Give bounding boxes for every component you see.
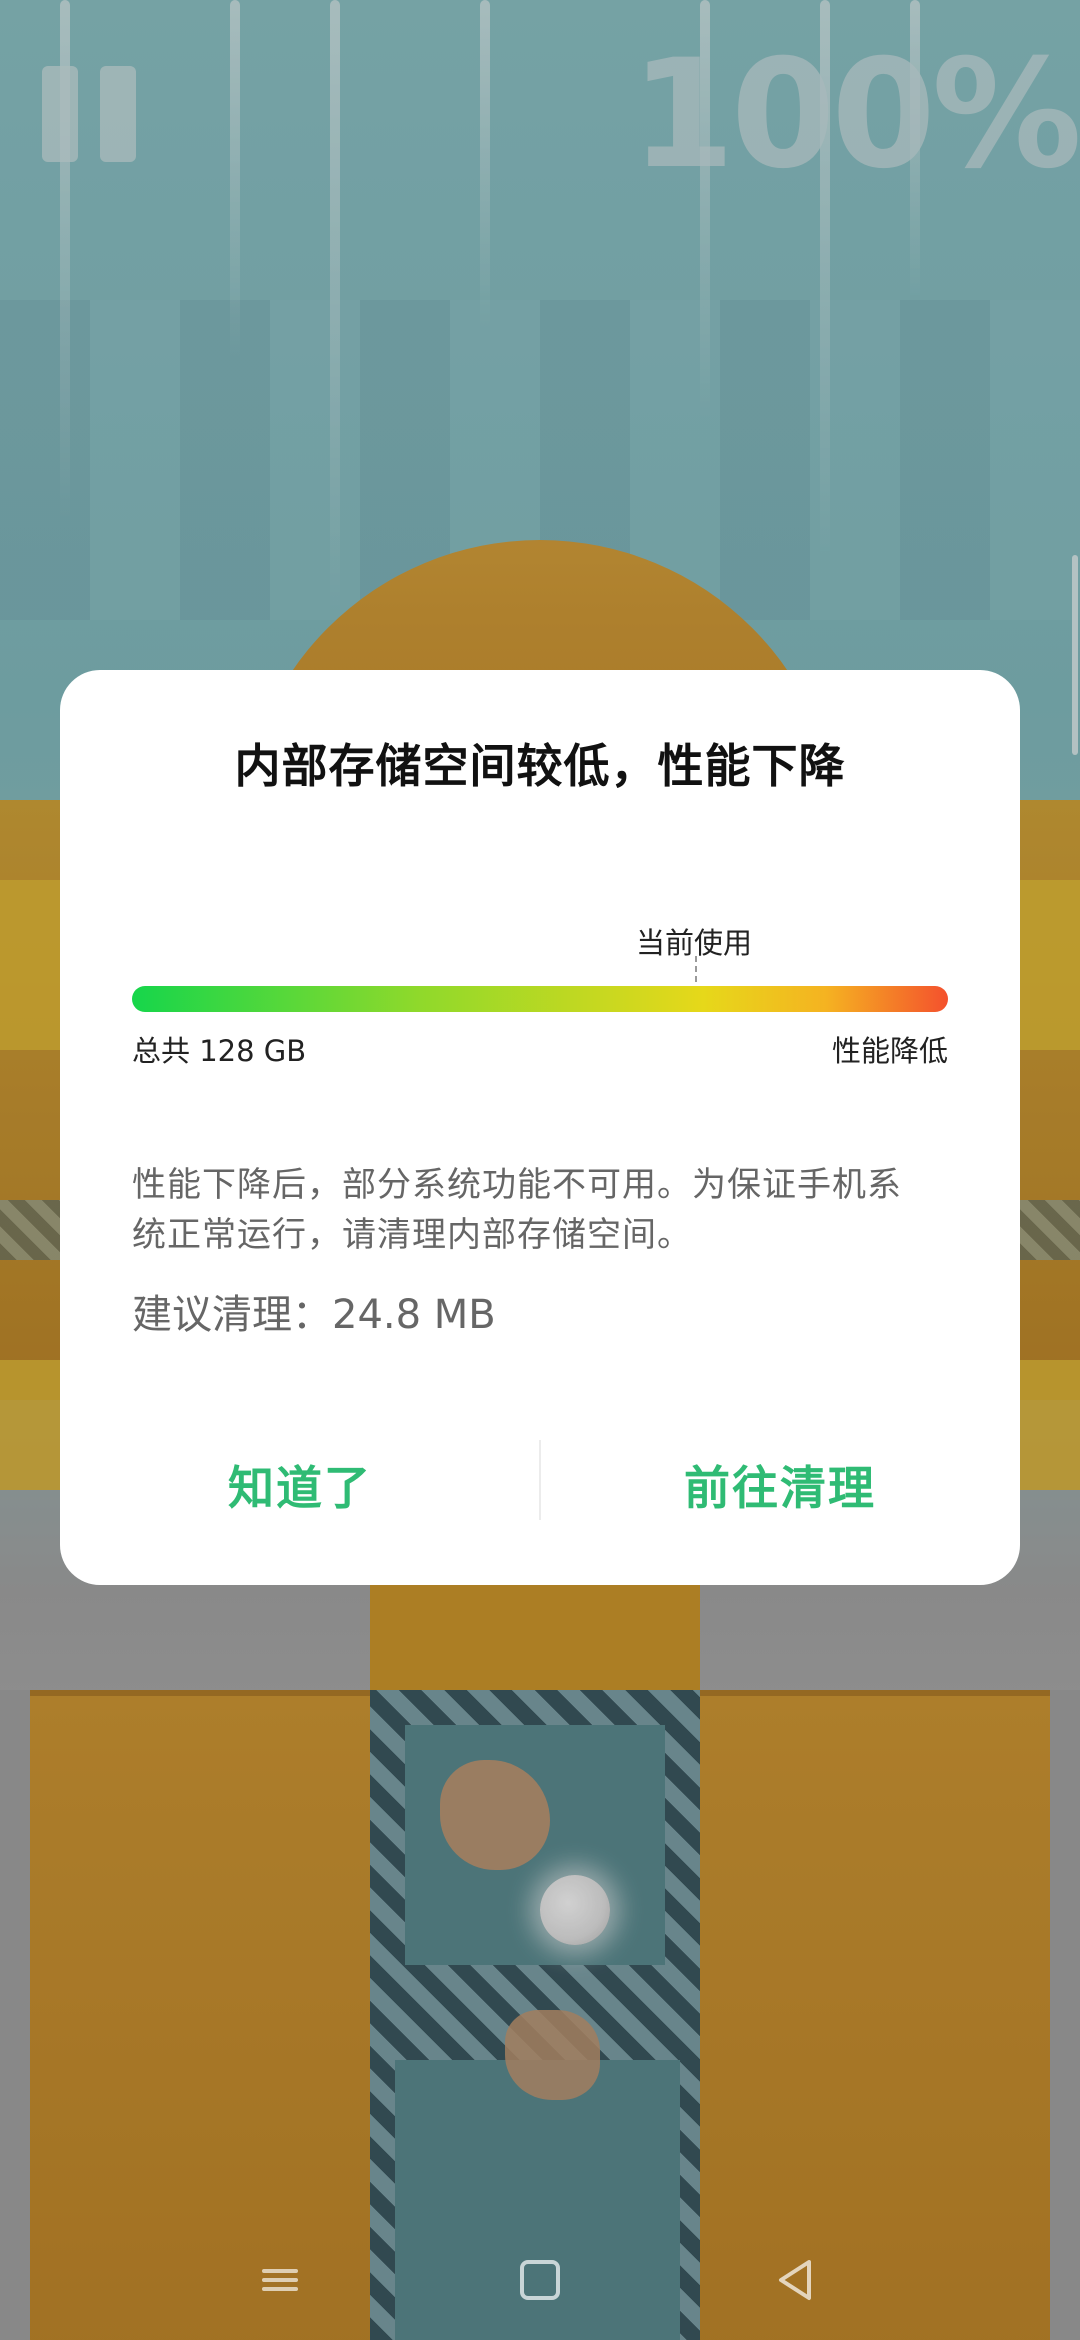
low-storage-dialog: 内部存储空间较低，性能下降 当前使用 总共 128 GB 性能降低 性能下降后，… xyxy=(60,670,1020,1585)
dialog-title: 内部存储空间较低，性能下降 xyxy=(234,739,846,793)
suggest-clean-size: 建议清理：24.8 MB xyxy=(132,1292,496,1338)
total-storage-label: 总共 128 GB xyxy=(132,1034,307,1068)
home-icon[interactable] xyxy=(510,2250,570,2310)
storage-bar xyxy=(132,986,948,1012)
dismiss-button[interactable]: 知道了 xyxy=(60,1430,540,1540)
navigation-bar xyxy=(0,2220,1080,2340)
dialog-buttons: 知道了 前往清理 xyxy=(60,1430,1020,1540)
menu-icon[interactable] xyxy=(250,2250,310,2310)
back-icon[interactable] xyxy=(765,2250,825,2310)
current-usage-label: 当前使用 xyxy=(636,926,753,960)
dialog-message: 性能下降后，部分系统功能不可用。为保证手机系统正常运行，请清理内部存储空间。 xyxy=(132,1165,902,1255)
performance-degrade-label: 性能降低 xyxy=(831,1034,948,1068)
go-clean-button[interactable]: 前往清理 xyxy=(540,1430,1020,1540)
